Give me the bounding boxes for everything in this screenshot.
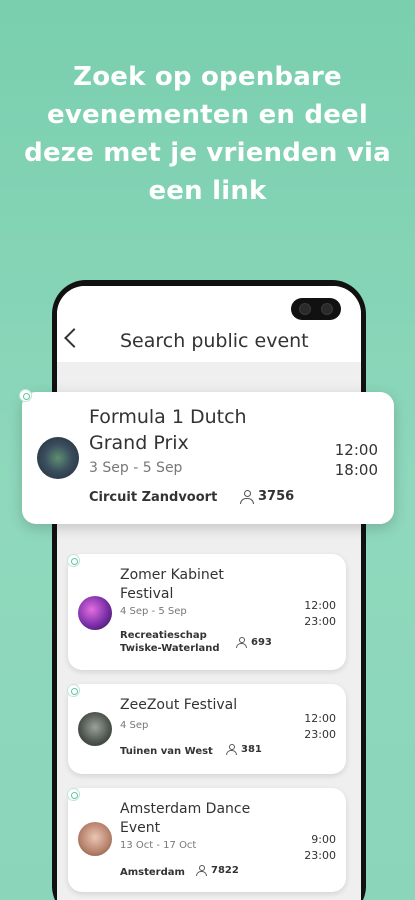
event-end-time: 23:00 (304, 728, 336, 741)
globe-icon (67, 788, 80, 801)
event-end-time: 18:00 (334, 461, 378, 479)
attendee-count: 693 (251, 637, 272, 648)
globe-icon (19, 389, 32, 402)
event-location: Recreatieschap Twiske-Waterland (120, 630, 220, 654)
attendee-count: 381 (241, 744, 262, 755)
event-attendees: 7822 (196, 865, 239, 876)
headline-line: een link (148, 176, 267, 206)
event-title: ZeeZout Festival (120, 697, 238, 713)
event-title: Formula 1 Dutch Grand Prix (89, 406, 247, 454)
event-date: 13 Oct - 17 Oct (120, 840, 197, 851)
chevron-left-icon[interactable] (64, 328, 84, 348)
event-location: Tuinen van West (120, 746, 213, 757)
globe-icon (67, 684, 80, 697)
event-thumbnail (78, 822, 112, 856)
event-time: 12:00 18:00 (335, 440, 378, 480)
event-date: 4 Sep - 5 Sep (120, 606, 187, 617)
event-start-time: 12:00 (304, 712, 336, 725)
event-attendees: 693 (236, 637, 272, 648)
event-title: Amsterdam Dance Event (120, 801, 251, 836)
person-icon (196, 865, 207, 876)
event-date: 3 Sep - 5 Sep (89, 460, 183, 476)
event-date: 4 Sep (120, 720, 149, 731)
headline-line: deze met je vrienden via (24, 138, 391, 168)
event-time: 12:00 23:00 (304, 711, 336, 743)
event-thumbnail (37, 437, 79, 479)
headline-line: Zoek op openbare (73, 62, 342, 92)
headline-line: evenementen en deel (46, 100, 368, 130)
phone-screen: Search public event Zomer Kabinet Festiv… (57, 286, 361, 900)
event-end-time: 23:00 (304, 849, 336, 862)
page-title: Search public event (120, 330, 309, 352)
event-thumbnail (78, 712, 112, 746)
promo-headline: Zoek op openbare evenementen en deel dez… (0, 58, 415, 210)
person-icon (226, 744, 237, 755)
attendee-count: 7822 (211, 865, 239, 876)
event-start-time: 12:00 (304, 599, 336, 612)
globe-icon (67, 554, 80, 567)
featured-event-card[interactable]: Formula 1 Dutch Grand Prix 3 Sep - 5 Sep… (22, 392, 394, 524)
event-start-time: 9:00 (311, 833, 336, 846)
event-end-time: 23:00 (304, 615, 336, 628)
event-card[interactable]: ZeeZout Festival 4 Sep Tuinen van West 3… (68, 684, 346, 774)
attendee-count: 3756 (258, 489, 295, 504)
event-time: 12:00 23:00 (304, 598, 336, 630)
person-icon (236, 637, 247, 648)
event-location: Amsterdam (120, 867, 185, 878)
event-attendees: 381 (226, 744, 262, 755)
camera-cutout (291, 298, 341, 320)
event-thumbnail (78, 596, 112, 630)
event-card[interactable]: Amsterdam Dance Event 13 Oct - 17 Oct Am… (68, 788, 346, 892)
event-start-time: 12:00 (334, 441, 378, 459)
event-time: 9:00 23:00 (304, 832, 336, 864)
person-icon (240, 489, 254, 504)
event-attendees: 3756 (240, 489, 294, 504)
event-card[interactable]: Zomer Kabinet Festival 4 Sep - 5 Sep Rec… (68, 554, 346, 670)
event-location: Circuit Zandvoort (89, 490, 218, 505)
event-title: Zomer Kabinet Festival (120, 567, 224, 602)
